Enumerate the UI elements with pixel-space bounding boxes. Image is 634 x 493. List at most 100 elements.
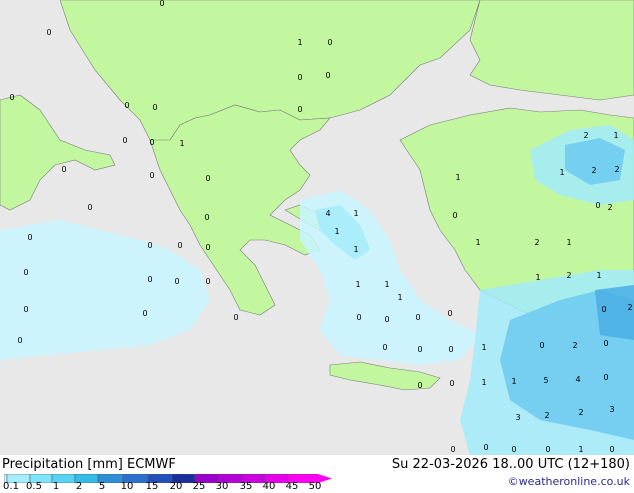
precip-value-label: 0 bbox=[17, 336, 22, 345]
precip-value-label: 0 bbox=[23, 305, 28, 314]
legend-tick-label: 20 bbox=[169, 481, 183, 492]
precip-value-label: 0 bbox=[545, 445, 550, 454]
legend-tick-label: 15 bbox=[145, 481, 159, 492]
precip-value-label: 2 bbox=[572, 341, 577, 350]
precip-value-label: 2 bbox=[566, 271, 571, 280]
precip-value-label: 3 bbox=[609, 405, 614, 414]
legend-tick-label: 30 bbox=[215, 481, 229, 492]
footer: Precipitation [mm] ECMWF Su 22-03-2026 1… bbox=[0, 455, 634, 493]
precip-value-label: 2 bbox=[578, 408, 583, 417]
precip-value-label: 0 bbox=[384, 315, 389, 324]
precip-value-label: 0 bbox=[124, 101, 129, 110]
precip-value-label: 1 bbox=[353, 209, 358, 218]
precip-value-label: 1 bbox=[481, 343, 486, 352]
precip-value-label: 0 bbox=[122, 136, 127, 145]
precip-value-label: 3 bbox=[515, 413, 520, 422]
precip-value-label: 1 bbox=[613, 131, 618, 140]
precip-value-label: 1 bbox=[334, 227, 339, 236]
precip-value-label: 2 bbox=[614, 165, 619, 174]
precip-value-label: 0 bbox=[205, 277, 210, 286]
precip-value-label: 1 bbox=[578, 445, 583, 454]
precip-value-label: 0 bbox=[147, 241, 152, 250]
precip-value-label: 0 bbox=[325, 71, 330, 80]
precip-value-label: 0 bbox=[609, 445, 614, 454]
legend-tick-label: 50 bbox=[308, 481, 322, 492]
precip-value-label: 1 bbox=[455, 173, 460, 182]
precip-value-label: 0 bbox=[417, 345, 422, 354]
precip-value-label: 0 bbox=[147, 275, 152, 284]
precip-value-label: 0 bbox=[483, 443, 488, 452]
precip-value-label: 0 bbox=[152, 103, 157, 112]
legend-tick-label: 1 bbox=[52, 481, 60, 492]
precip-value-label: 0 bbox=[382, 343, 387, 352]
precip-value-label: 0 bbox=[205, 174, 210, 183]
precip-value-label: 2 bbox=[627, 303, 632, 312]
legend-tick-label: 40 bbox=[262, 481, 276, 492]
precip-value-label: 0 bbox=[205, 243, 210, 252]
land-romania-east bbox=[469, 0, 634, 101]
precip-value-label: 0 bbox=[177, 241, 182, 250]
precip-value-label: 0 bbox=[603, 339, 608, 348]
precip-value-label: 1 bbox=[475, 238, 480, 247]
legend-tick-label: 2 bbox=[75, 481, 83, 492]
precip-value-label: 0 bbox=[233, 313, 238, 322]
precip-value-label: 1 bbox=[559, 168, 564, 177]
precip-value-label: 0 bbox=[603, 373, 608, 382]
precip-value-label: 2 bbox=[591, 166, 596, 175]
legend-ticks: 0.1 0.5 1 2 5 10 15 20 25 30 35 40 45 50 bbox=[0, 481, 340, 493]
legend-tick-label: 35 bbox=[239, 481, 253, 492]
precip-value-label: 0 bbox=[204, 213, 209, 222]
legend-tick-label: 0.1 bbox=[3, 481, 19, 492]
precip-value-label: 0 bbox=[297, 105, 302, 114]
precip-value-label: 0 bbox=[297, 73, 302, 82]
precip-value-label: 0 bbox=[447, 309, 452, 318]
credit-link[interactable]: ©weatheronline.co.uk bbox=[508, 475, 630, 488]
precip-value-label: 0 bbox=[46, 28, 51, 37]
precip-value-label: 0 bbox=[601, 305, 606, 314]
precip-value-label: 1 bbox=[353, 245, 358, 254]
map-title: Precipitation [mm] ECMWF bbox=[2, 457, 176, 472]
precip-value-label: 0 bbox=[511, 445, 516, 454]
precip-value-label: 4 bbox=[575, 375, 580, 384]
map-canvas: 0000 00 0 10 00001 000000 0 000 0 00 0 004 1111 110 0 0… bbox=[0, 0, 634, 455]
precip-value-label: 1 bbox=[179, 139, 184, 148]
precip-value-label: 0 bbox=[452, 211, 457, 220]
precip-value-label: 2 bbox=[607, 203, 612, 212]
precip-value-label: 1 bbox=[481, 378, 486, 387]
precip-value-label: 0 bbox=[595, 201, 600, 210]
precip-value-label: 4 bbox=[325, 209, 330, 218]
precip-value-label: 0 bbox=[415, 313, 420, 322]
precip-value-label: 0 bbox=[27, 233, 32, 242]
precip-value-label: 0 bbox=[356, 313, 361, 322]
precip-value-label: 0 bbox=[174, 277, 179, 286]
valid-time: Su 22-03-2026 18..00 UTC (12+180) bbox=[391, 457, 630, 472]
precip-value-label: 1 bbox=[511, 377, 516, 386]
precip-value-label: 0 bbox=[61, 165, 66, 174]
precip-value-label: 0 bbox=[159, 0, 164, 8]
precip-value-label: 1 bbox=[535, 273, 540, 282]
precip-value-label: 0 bbox=[417, 381, 422, 390]
precip-value-label: 0 bbox=[448, 345, 453, 354]
precip-value-label: 1 bbox=[596, 271, 601, 280]
precip-value-label: 0 bbox=[327, 38, 332, 47]
precip-value-label: 2 bbox=[583, 131, 588, 140]
precip-value-label: 1 bbox=[355, 280, 360, 289]
precip-value-label: 1 bbox=[397, 293, 402, 302]
precip-value-label: 0 bbox=[539, 341, 544, 350]
precip-value-label: 0 bbox=[449, 379, 454, 388]
precip-value-label: 0 bbox=[149, 138, 154, 147]
legend-tick-label: 45 bbox=[285, 481, 299, 492]
precip-value-label: 0 bbox=[9, 93, 14, 102]
precip-value-label: 1 bbox=[297, 38, 302, 47]
legend-tick-label: 5 bbox=[98, 481, 106, 492]
precip-value-label: 1 bbox=[384, 280, 389, 289]
precip-value-label: 0 bbox=[142, 309, 147, 318]
legend-tick-label: 0.5 bbox=[26, 481, 42, 492]
precipitation-map[interactable]: 0000000100000100000000000000004111111000… bbox=[0, 0, 634, 455]
precip-value-label: 2 bbox=[544, 411, 549, 420]
precip-value-label: 5 bbox=[543, 376, 548, 385]
precip-value-label: 1 bbox=[566, 238, 571, 247]
precip-value-label: 0 bbox=[149, 171, 154, 180]
precip-value-label: 0 bbox=[87, 203, 92, 212]
legend-tick-label: 25 bbox=[192, 481, 206, 492]
